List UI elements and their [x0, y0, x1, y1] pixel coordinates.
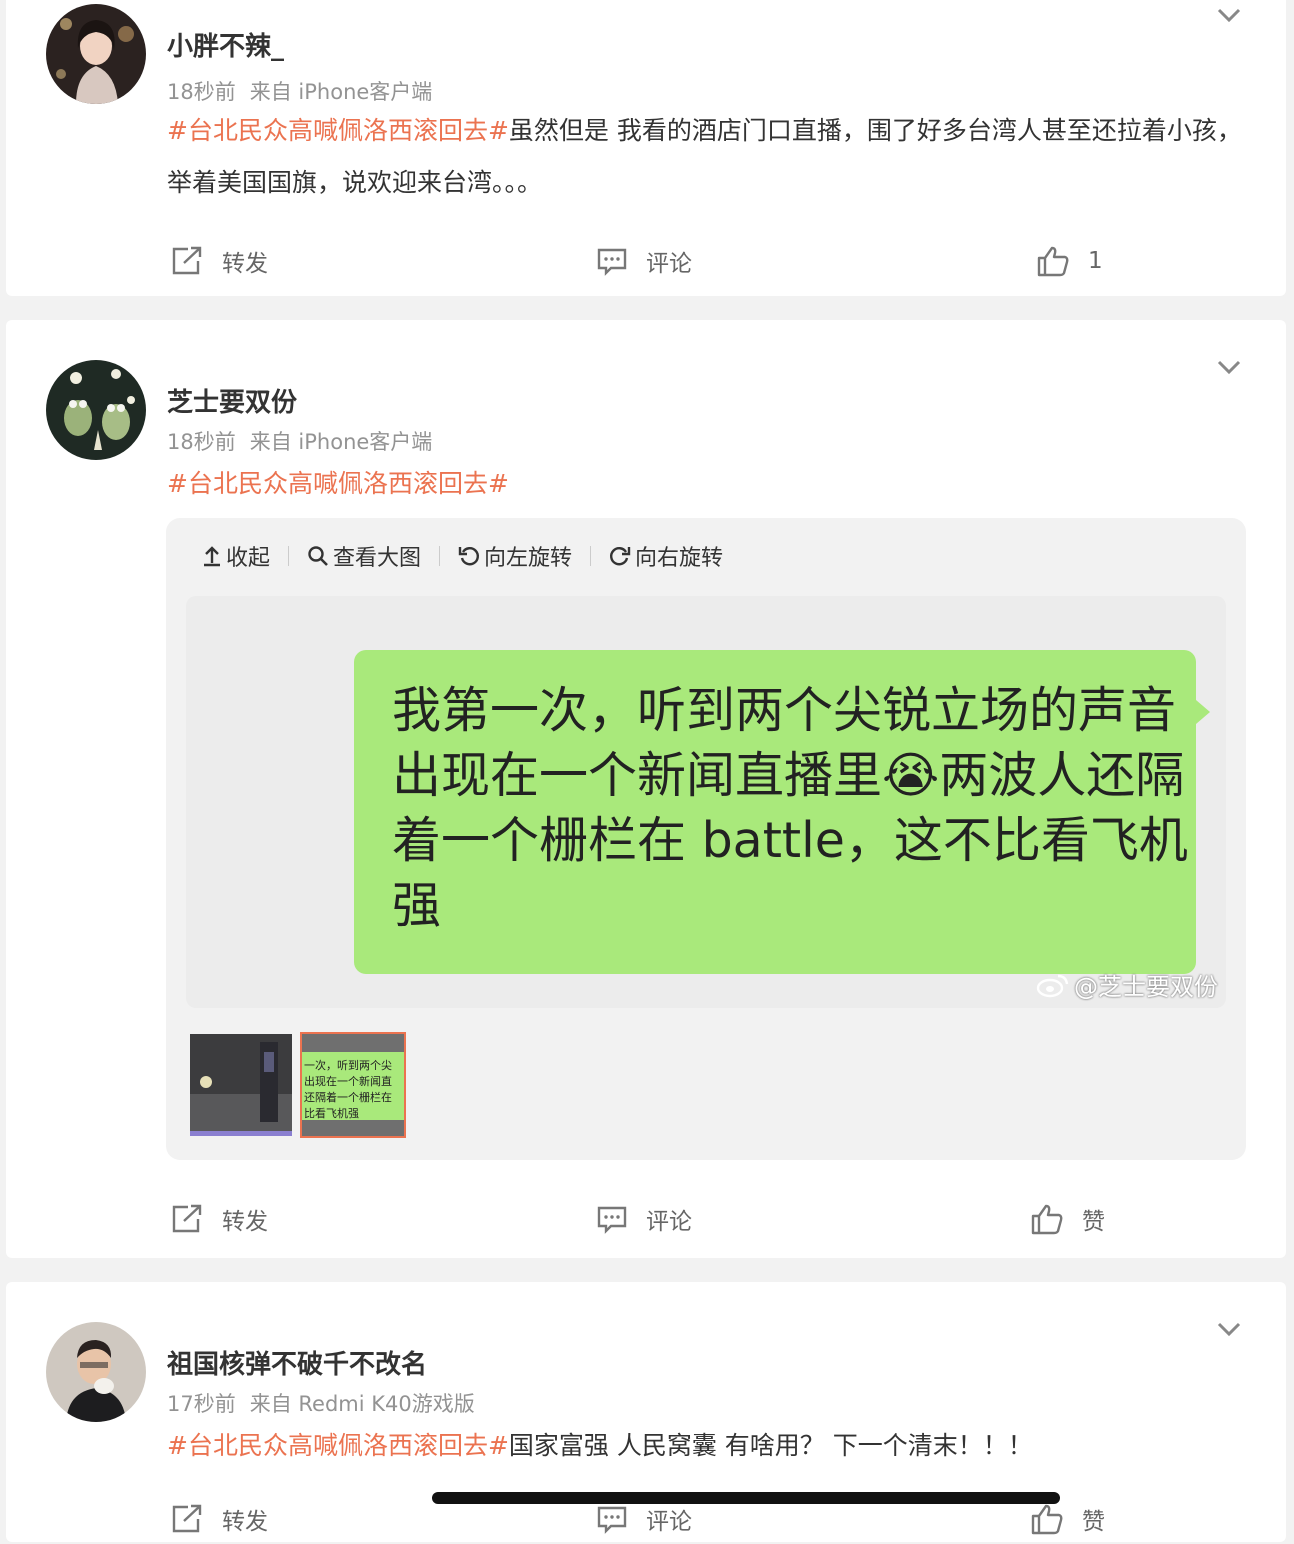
comment-icon	[597, 248, 627, 276]
repost-icon	[172, 1204, 202, 1233]
image-text: 我第一次，听到两个尖锐立场的声音出现在一个新闻直播里😭两波人还隔着一个栅栏在 b…	[392, 682, 1188, 934]
large-image[interactable]: 我第一次，听到两个尖锐立场的声音出现在一个新闻直播里😭两波人还隔着一个栅栏在 b…	[186, 596, 1226, 1008]
like-button[interactable]: 1	[1036, 236, 1103, 286]
comment-label: 评论	[646, 1209, 692, 1235]
rotate-left-icon	[458, 547, 480, 566]
avatar[interactable]	[46, 4, 146, 104]
chevron-down-icon[interactable]	[1216, 358, 1242, 376]
username[interactable]: 芝士要双份	[167, 382, 297, 419]
thumbs-up-icon	[1031, 1204, 1063, 1235]
post-content: #台北民众高喊佩洛西滚回去#国家富强 人民窝囊 有啥用？ 下一个清末！！！	[167, 1420, 1247, 1472]
collapse-label: 收起	[226, 546, 271, 571]
rotate-left-label: 向左旋转	[484, 546, 573, 571]
watermark-text: @芝士要双份	[1074, 973, 1218, 1001]
action-bar: 转发 评论 赞	[6, 1194, 1286, 1244]
toolbar-divider	[590, 546, 592, 566]
avatar[interactable]	[46, 360, 146, 460]
home-indicator[interactable]	[432, 1492, 1060, 1504]
post-time[interactable]: 18秒前	[167, 80, 236, 104]
post-meta: 18秒前 来自 iPhone客户端	[167, 76, 432, 106]
post-content: #台北民众高喊佩洛西滚回去#	[167, 458, 1247, 510]
topic-link[interactable]: #台北民众高喊佩洛西滚回去#	[167, 1431, 509, 1460]
post-time[interactable]: 18秒前	[167, 430, 236, 454]
repost-icon	[172, 1504, 202, 1533]
like-count: 1	[1088, 248, 1103, 274]
search-icon	[308, 546, 328, 566]
comment-icon	[597, 1506, 627, 1534]
post-text: 国家富强 人民窝囊 有啥用？ 下一个清末！！！	[508, 1431, 1033, 1460]
post-meta: 17秒前 来自 Redmi K40游戏版	[167, 1388, 475, 1418]
repost-label: 转发	[222, 251, 268, 277]
post-source: 来自 iPhone客户端	[249, 80, 433, 104]
repost-icon	[172, 246, 202, 275]
comment-label: 评论	[646, 251, 692, 277]
rotate-right-label: 向右旋转	[635, 546, 724, 571]
topic-link[interactable]: #台北民众高喊佩洛西滚回去#	[167, 469, 509, 498]
post-card: 芝士要双份 18秒前 来自 iPhone客户端 #台北民众高喊佩洛西滚回去# 收起…	[6, 320, 1286, 1258]
toolbar-divider	[288, 546, 290, 566]
rotate-right-icon	[610, 547, 631, 566]
comment-icon	[597, 1206, 627, 1234]
thumbs-up-icon	[1031, 1504, 1063, 1535]
media-toolbar: 收起 查看大图 向左旋转 向右旋转	[202, 540, 723, 572]
like-button[interactable]: 赞	[1030, 1194, 1105, 1244]
post-meta: 18秒前 来自 iPhone客户端	[167, 426, 432, 456]
repost-button[interactable]: 转发	[170, 1194, 268, 1244]
topic-link[interactable]: #台北民众高喊佩洛西滚回去#	[167, 116, 509, 145]
chevron-down-icon[interactable]	[1216, 6, 1242, 24]
repost-button[interactable]: 转发	[170, 1494, 268, 1544]
collapse-button[interactable]: 收起	[202, 540, 270, 572]
action-bar: 转发 评论 1	[6, 236, 1286, 286]
view-large-button[interactable]: 查看大图	[307, 540, 421, 572]
username[interactable]: 小胖不辣_	[167, 26, 284, 63]
thumbnail-2-selected[interactable]: 一次，听到两个尖 出现在一个新闻直 还隔着一个栅栏在 比看飞机强	[300, 1032, 406, 1138]
toolbar-divider	[439, 546, 441, 566]
image-watermark: @芝士要双份	[1036, 967, 1218, 1002]
media-viewer: 收起 查看大图 向左旋转 向右旋转 我第一次，听到两个尖锐立场的声音出现在一个新…	[166, 518, 1246, 1160]
chat-bubble-image: 我第一次，听到两个尖锐立场的声音出现在一个新闻直播里😭两波人还隔着一个栅栏在 b…	[354, 650, 1210, 974]
chevron-down-icon[interactable]	[1216, 1320, 1242, 1338]
repost-label: 转发	[222, 1509, 268, 1535]
rotate-right-button[interactable]: 向右旋转	[609, 540, 723, 572]
thumbnail-text: 一次，听到两个尖 出现在一个新闻直 还隔着一个栅栏在 比看飞机强	[304, 1059, 392, 1120]
post-card: 小胖不辣_ 18秒前 来自 iPhone客户端 #台北民众高喊佩洛西滚回去#虽然但…	[6, 0, 1286, 296]
post-content: #台北民众高喊佩洛西滚回去#虽然但是 我看的酒店门口直播，围了好多台湾人甚至还拉…	[167, 105, 1247, 209]
post-time[interactable]: 17秒前	[167, 1392, 236, 1416]
comment-label: 评论	[646, 1509, 692, 1535]
like-label: 赞	[1082, 1209, 1105, 1235]
thumbs-up-icon	[1037, 246, 1069, 277]
avatar[interactable]	[46, 1322, 146, 1422]
view-large-label: 查看大图	[333, 546, 422, 571]
repost-label: 转发	[222, 1209, 268, 1235]
thumbnail-strip: 一次，听到两个尖 出现在一个新闻直 还隔着一个栅栏在 比看飞机强	[190, 1032, 406, 1138]
username[interactable]: 祖国核弹不破千不改名	[167, 1344, 427, 1381]
collapse-up-icon	[204, 546, 220, 567]
post-source: 来自 Redmi K40游戏版	[249, 1392, 475, 1416]
comment-button[interactable]: 评论	[596, 1194, 692, 1244]
weibo-logo-icon	[1036, 974, 1069, 997]
rotate-left-button[interactable]: 向左旋转	[458, 540, 572, 572]
comment-button[interactable]: 评论	[596, 236, 692, 286]
thumbnail-1[interactable]	[190, 1034, 292, 1136]
repost-button[interactable]: 转发	[170, 236, 268, 286]
like-label: 赞	[1082, 1509, 1105, 1535]
post-source: 来自 iPhone客户端	[249, 430, 433, 454]
